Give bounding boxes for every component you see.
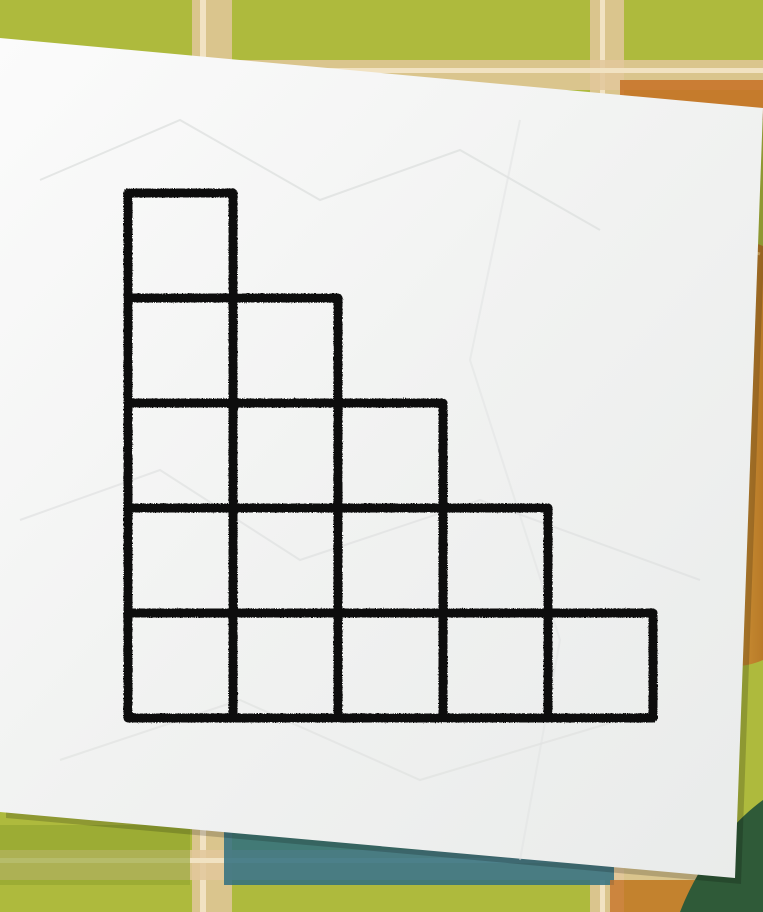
game-scene [0, 0, 763, 912]
paper-sheet [0, 38, 763, 884]
scene-canvas [0, 0, 763, 912]
